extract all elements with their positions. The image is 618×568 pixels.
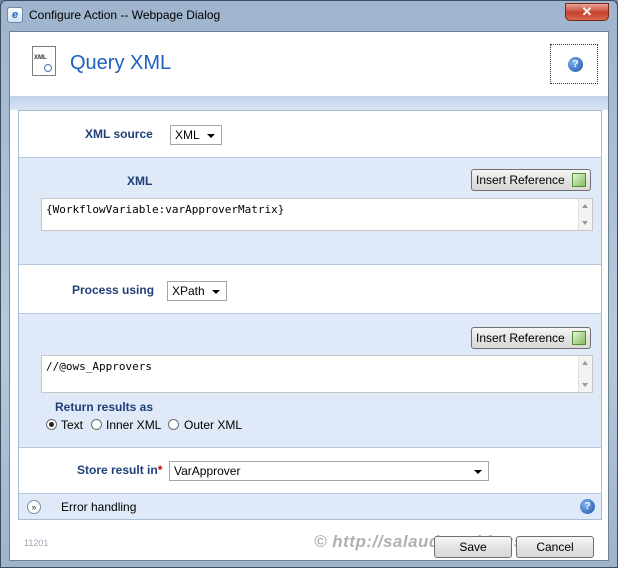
error-handling-bar[interactable]: » Error handling ? — [19, 493, 601, 519]
radio-outer-xml[interactable] — [168, 419, 179, 430]
page-title: Query XML — [70, 52, 172, 74]
expand-chevron-icon[interactable]: » — [27, 500, 41, 514]
chevron-down-icon — [212, 290, 220, 294]
store-result-label-text: Store result in — [77, 463, 158, 477]
xml-source-row: XML source XML — [19, 111, 601, 157]
insert-reference-button[interactable]: Insert Reference — [471, 169, 591, 191]
cancel-button[interactable]: Cancel — [516, 536, 594, 558]
store-result-select[interactable]: VarApprover — [169, 461, 489, 481]
dialog-footer: 11201 © http://salaudeen.blogspot.com Sa… — [10, 522, 608, 560]
insert-reference-icon — [572, 173, 586, 187]
xpath-value: //@ows_Approvers — [46, 360, 152, 373]
xpath-scrollbar[interactable] — [578, 356, 592, 392]
chevron-down-icon — [474, 470, 482, 474]
xpath-textarea[interactable]: //@ows_Approvers — [41, 355, 593, 393]
form-panel: XML source XML XML Insert Reference {Wor… — [18, 110, 602, 520]
error-help-icon[interactable]: ? — [580, 499, 595, 514]
dialog-client: XML Query XML ? XML source XML XML Inser… — [9, 31, 609, 561]
radio-inner-xml-label: Inner XML — [106, 418, 162, 432]
process-using-label: Process using — [72, 283, 155, 297]
store-result-value: VarApprover — [174, 464, 241, 478]
return-results-label: Return results as — [55, 400, 154, 414]
xml-source-label: XML source — [85, 127, 153, 141]
radio-outer-xml-label: Outer XML — [184, 418, 243, 432]
process-using-select[interactable]: XPath — [167, 281, 227, 301]
radio-text[interactable] — [46, 419, 57, 430]
insert-reference-button-2[interactable]: Insert Reference — [471, 327, 591, 349]
xml-source-select[interactable]: XML — [170, 125, 222, 145]
radio-inner-xml[interactable] — [91, 419, 102, 430]
radio-text-label: Text — [61, 418, 84, 432]
store-result-row: Store result in* VarApprover — [19, 448, 601, 493]
header-divider — [10, 96, 608, 110]
window-title: Configure Action -- Webpage Dialog — [29, 8, 221, 22]
close-button[interactable]: ✕ — [565, 3, 609, 21]
save-button[interactable]: Save — [434, 536, 512, 558]
xml-value: {WorkflowVariable:varApproverMatrix} — [46, 203, 285, 216]
error-handling-label: Error handling — [61, 500, 137, 514]
insert-reference-label: Insert Reference — [476, 331, 565, 345]
xml-row: XML Insert Reference {WorkflowVariable:v… — [19, 157, 601, 265]
required-mark: * — [157, 463, 163, 477]
help-icon: ? — [568, 57, 583, 72]
xml-label: XML — [127, 174, 153, 188]
xml-textarea[interactable]: {WorkflowVariable:varApproverMatrix} — [41, 198, 593, 231]
xpath-row: Insert Reference //@ows_Approvers Return… — [19, 313, 601, 448]
xml-document-icon: XML — [32, 46, 56, 76]
build-number: 11201 — [24, 538, 49, 548]
title-bar: e Configure Action -- Webpage Dialog ✕ — [1, 1, 617, 31]
insert-reference-label: Insert Reference — [476, 173, 565, 187]
help-button[interactable]: ? — [550, 44, 598, 84]
insert-reference-icon — [572, 331, 586, 345]
xml-source-value: XML — [175, 128, 200, 142]
ie-icon: e — [7, 7, 23, 23]
store-result-label: Store result in* — [77, 463, 162, 477]
dialog-header: XML Query XML ? — [10, 32, 608, 96]
xml-icon-text: XML — [34, 55, 47, 61]
process-using-value: XPath — [172, 284, 205, 298]
xml-scrollbar[interactable] — [578, 199, 592, 230]
chevron-down-icon — [207, 134, 215, 138]
dialog-window: e Configure Action -- Webpage Dialog ✕ X… — [0, 0, 618, 568]
process-using-row: Process using XPath — [19, 265, 601, 313]
